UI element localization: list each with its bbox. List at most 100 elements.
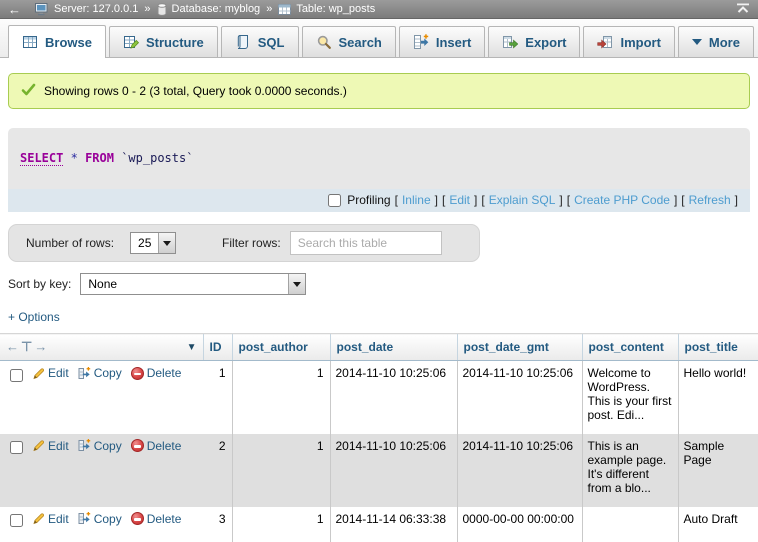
column-header-id[interactable]: ID — [203, 334, 232, 361]
edit-icon — [32, 512, 45, 525]
delete-icon — [131, 367, 144, 380]
cell-post-date: 2014-11-10 10:25:06 — [330, 434, 457, 507]
bracket: ] — [474, 193, 477, 207]
view-tabs: Browse Structure SQL Search Insert Expor… — [0, 19, 758, 58]
rows-control-bar: Number of rows: 25 Filter rows: — [8, 224, 480, 262]
tab-label: SQL — [258, 35, 285, 50]
delete-link[interactable]: Delete — [147, 366, 182, 380]
column-header-post-date-gmt[interactable]: post_date_gmt — [457, 334, 582, 361]
breadcrumb-database[interactable]: Database: myblog — [157, 3, 261, 16]
number-of-rows-select[interactable]: 25 — [130, 232, 176, 254]
tab-label: Browse — [45, 35, 92, 50]
actions-dropdown-icon[interactable]: ▼ — [187, 342, 197, 353]
column-header-post-title[interactable]: post_title — [678, 334, 758, 361]
copy-link[interactable]: Copy — [94, 366, 122, 380]
tab-sql[interactable]: SQL — [221, 26, 299, 57]
collapse-icon[interactable] — [736, 3, 750, 16]
import-icon — [597, 34, 613, 50]
sql-query-text: SELECT * FROM `wp_posts` — [8, 128, 750, 189]
bracket: [ — [481, 193, 484, 207]
cell-post-date-gmt: 2014-11-10 10:25:06 — [457, 434, 582, 507]
query-toolbar: Profiling [ Inline ] [ Edit ] [ Explain … — [8, 189, 750, 212]
sort-by-key-select[interactable]: None — [80, 273, 306, 295]
inline-link[interactable]: Inline — [402, 193, 431, 207]
edit-link[interactable]: Edit — [48, 439, 69, 453]
export-icon — [502, 34, 518, 50]
edit-link[interactable]: Edit — [48, 512, 69, 526]
tab-search[interactable]: Search — [302, 26, 396, 57]
edit-query-link[interactable]: Edit — [449, 193, 470, 207]
cell-post-content — [582, 507, 678, 542]
row-checkbox[interactable] — [10, 369, 23, 382]
breadcrumb-table[interactable]: Table: wp_posts — [278, 3, 375, 15]
cell-id: 3 — [203, 507, 232, 542]
database-icon — [157, 3, 167, 16]
bracket: ] — [559, 193, 562, 207]
breadcrumb-server[interactable]: Server: 127.0.0.1 — [35, 3, 138, 16]
results-header-row: ←⊤→ ▼ ID post_author post_date post_date… — [0, 334, 758, 361]
insert-icon — [413, 34, 429, 50]
profiling-checkbox[interactable] — [328, 194, 341, 207]
column-header-post-author[interactable]: post_author — [232, 334, 330, 361]
delete-link[interactable]: Delete — [147, 439, 182, 453]
cell-post-date-gmt: 2014-11-10 10:25:06 — [457, 361, 582, 434]
filter-rows-input[interactable] — [290, 231, 442, 255]
row-actions-cell: Edit Copy Delete — [0, 507, 203, 542]
edit-icon — [32, 367, 45, 380]
row-checkbox[interactable] — [10, 441, 23, 454]
query-box: SELECT * FROM `wp_posts` Profiling [ Inl… — [8, 128, 750, 212]
edit-icon — [32, 439, 45, 452]
options-toggle[interactable]: + Options — [8, 310, 60, 324]
tab-browse[interactable]: Browse — [8, 25, 106, 58]
breadcrumb-separator: » — [144, 3, 150, 15]
message-text: Showing rows 0 - 2 (3 total, Query took … — [44, 84, 347, 98]
bracket: ] — [674, 193, 677, 207]
sql-icon — [235, 34, 251, 50]
tab-structure[interactable]: Structure — [109, 26, 218, 57]
tab-insert[interactable]: Insert — [399, 26, 485, 57]
cell-post-author: 1 — [232, 361, 330, 434]
delete-link[interactable]: Delete — [147, 512, 182, 526]
row-checkbox[interactable] — [10, 514, 23, 527]
copy-link[interactable]: Copy — [94, 512, 122, 526]
sql-operator-star: * — [71, 151, 78, 165]
breadcrumb-server-label[interactable]: Server: 127.0.0.1 — [54, 3, 138, 15]
copy-icon — [78, 512, 91, 525]
tab-label: Search — [339, 35, 382, 50]
explain-sql-link[interactable]: Explain SQL — [489, 193, 556, 207]
cell-post-date: 2014-11-14 06:33:38 — [330, 507, 457, 542]
tab-more[interactable]: More — [678, 26, 754, 57]
column-swap-icons[interactable]: ←⊤→ — [6, 339, 49, 355]
search-icon — [316, 34, 332, 50]
breadcrumb-database-label[interactable]: Database: myblog — [172, 3, 261, 15]
tab-label: Insert — [436, 35, 471, 50]
table-row: EditCopyDelete 3 1 2014-11-14 06:33:38 0… — [0, 507, 758, 542]
cell-post-title: Sample Page — [678, 434, 758, 507]
results-table: ←⊤→ ▼ ID post_author post_date post_date… — [0, 333, 758, 542]
bracket: ] — [735, 193, 738, 207]
refresh-link[interactable]: Refresh — [689, 193, 731, 207]
bracket: ] — [435, 193, 438, 207]
edit-link[interactable]: Edit — [48, 366, 69, 380]
cell-post-author: 1 — [232, 434, 330, 507]
cell-post-content: Welcome to WordPress. This is your first… — [582, 361, 678, 434]
tab-label: More — [709, 35, 740, 50]
back-arrow-icon[interactable]: ← — [8, 3, 21, 16]
table-icon — [278, 4, 291, 15]
create-php-code-link[interactable]: Create PHP Code — [574, 193, 670, 207]
bracket: [ — [442, 193, 445, 207]
chevron-down-icon — [692, 39, 702, 50]
tab-label: Import — [620, 35, 660, 50]
cell-post-date-gmt: 0000-00-00 00:00:00 — [457, 507, 582, 542]
copy-icon — [78, 439, 91, 452]
sql-keyword-from: FROM — [85, 151, 114, 165]
table-row: EditCopyDelete 2 1 2014-11-10 10:25:06 2… — [0, 434, 758, 507]
column-header-post-content[interactable]: post_content — [582, 334, 678, 361]
query-result-message: Showing rows 0 - 2 (3 total, Query took … — [8, 73, 750, 109]
breadcrumb-table-label[interactable]: Table: wp_posts — [296, 3, 375, 15]
tab-import[interactable]: Import — [583, 26, 674, 57]
copy-link[interactable]: Copy — [94, 439, 122, 453]
sql-keyword-select[interactable]: SELECT — [20, 151, 63, 166]
column-header-post-date[interactable]: post_date — [330, 334, 457, 361]
tab-export[interactable]: Export — [488, 26, 580, 57]
